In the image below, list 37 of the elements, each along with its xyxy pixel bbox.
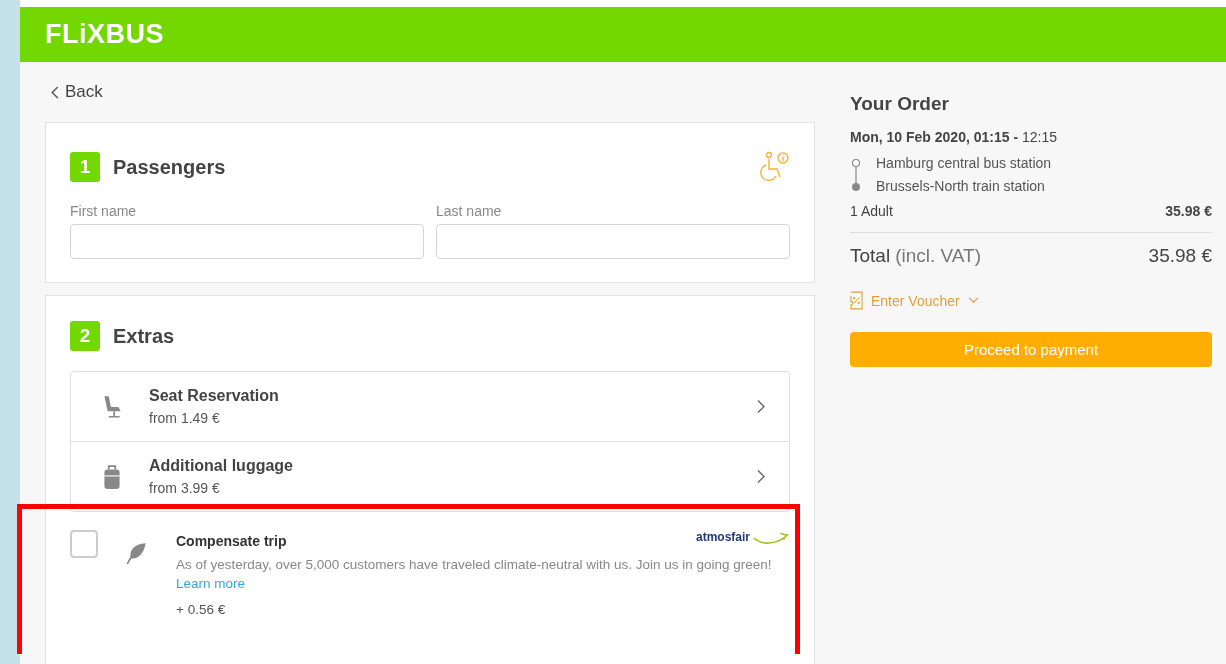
passenger-price: 35.98 €: [1165, 203, 1212, 219]
brand-logo: FLiXBUS: [45, 19, 164, 50]
chevron-down-icon: [967, 297, 979, 304]
description-text: As of yesterday, over 5,000 customers have traveled climate-neutral with us. Join us in going green! Learn more: [176, 556, 773, 593]
chevron-right-icon: [757, 399, 765, 414]
checkbox[interactable]: [70, 530, 98, 558]
extra-option[interactable]: Additional luggage from 3.99 €: [71, 441, 789, 511]
option-price: from 3.99 €: [149, 480, 221, 496]
extra-option[interactable]: Seat Reservation from 1.49 €: [71, 372, 789, 441]
chevron-right-icon: [757, 469, 765, 484]
step-badge: 2: [70, 321, 100, 351]
option-price: + 0.56 €: [176, 602, 227, 617]
option-title: Seat Reservation: [149, 387, 280, 405]
field-label: First name: [70, 203, 138, 219]
option-title: Additional luggage: [149, 457, 294, 475]
field-label: Last name: [436, 203, 503, 219]
order-title: Your Order: [850, 93, 950, 115]
back-link[interactable]: Back: [51, 82, 103, 102]
section-title: Extras: [113, 324, 176, 348]
trip-date: Mon, 10 Feb 2020, 01:15 - 12:15: [850, 129, 1058, 145]
passenger-count: 1 Adult: [850, 203, 893, 219]
section-title: Passengers: [113, 155, 227, 179]
swoosh-icon: [752, 530, 790, 546]
total-price: 35.98 €: [1148, 245, 1212, 267]
voucher-icon: [850, 291, 863, 310]
option-price: from 1.49 €: [149, 410, 221, 426]
total-label: Total: [850, 245, 891, 267]
vat-note: (incl. VAT): [895, 245, 981, 267]
wheelchair-info-icon: [758, 151, 790, 183]
text-field[interactable]: [436, 224, 790, 259]
option-title: Compensate trip: [176, 533, 287, 549]
stop-name: Hamburg central bus station: [876, 155, 1052, 171]
chevron-left-icon: [51, 85, 59, 99]
text-field[interactable]: [70, 224, 424, 259]
partner-logo: atmosfair: [695, 530, 750, 544]
stop-name: Brussels-North train station: [876, 178, 1046, 194]
step-badge: 1: [70, 152, 100, 182]
